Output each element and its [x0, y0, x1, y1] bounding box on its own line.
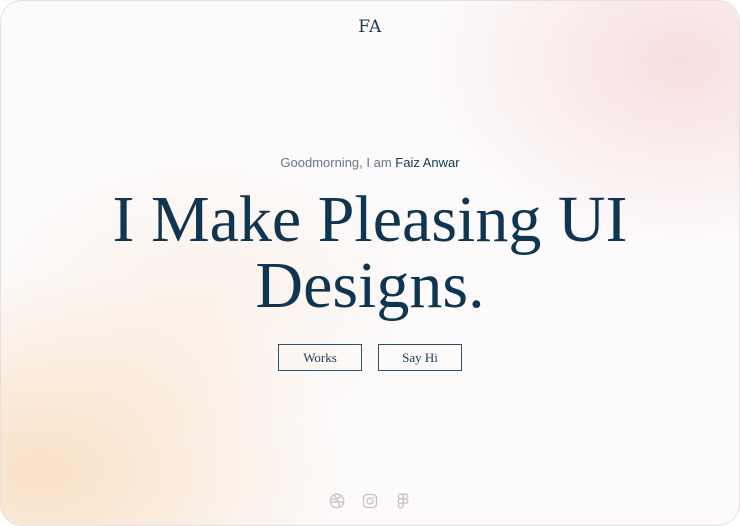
figma-icon[interactable]	[395, 493, 411, 509]
say-hi-button[interactable]: Say Hi	[378, 344, 462, 371]
social-links	[1, 493, 739, 509]
works-button[interactable]: Works	[278, 344, 362, 371]
instagram-icon[interactable]	[362, 493, 378, 509]
dribbble-icon[interactable]	[329, 493, 345, 509]
hero-buttons: Works Say Hi	[1, 344, 739, 371]
greeting-name: Faiz Anwar	[395, 155, 460, 170]
hero-headline: I Make Pleasing UI Designs.	[21, 187, 719, 319]
greeting-prefix: Goodmorning, I am	[280, 155, 396, 170]
site-logo[interactable]: FA	[1, 17, 739, 37]
headline-line-2: Designs.	[255, 249, 485, 322]
hero-greeting: Goodmorning, I am Faiz Anwar	[1, 155, 739, 170]
page-frame: FA Goodmorning, I am Faiz Anwar I Make P…	[0, 0, 740, 526]
headline-line-1: I Make Pleasing UI	[112, 183, 628, 256]
